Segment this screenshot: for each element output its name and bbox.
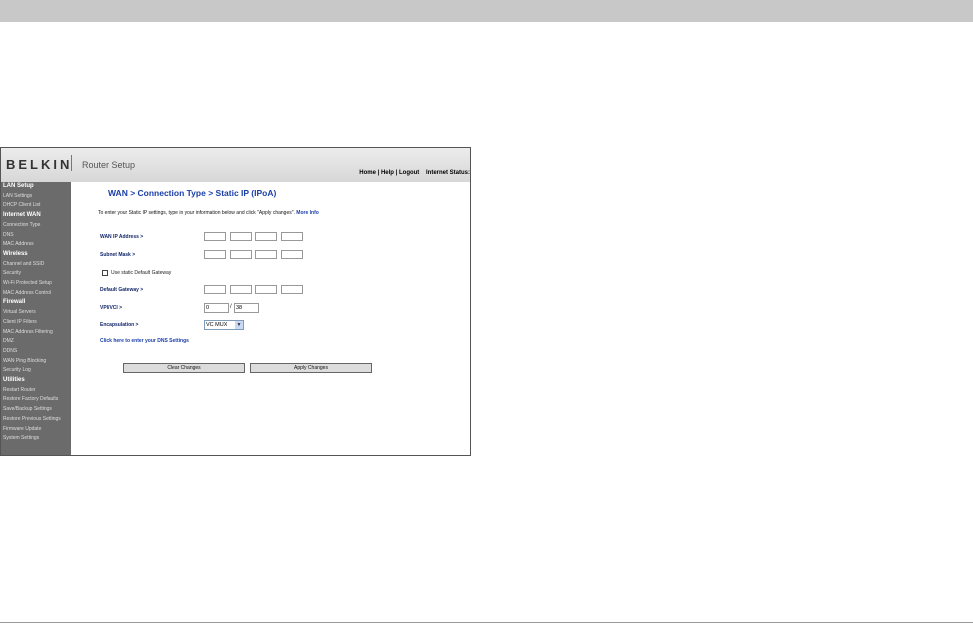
gateway-octet-1[interactable] — [204, 285, 226, 294]
sidebar-section-heading: Firewall — [3, 299, 26, 306]
sidebar-section-heading: Wireless — [3, 250, 28, 257]
sidebar-nav: LAN Setup LAN Settings DHCP Client List Int… — [1, 182, 71, 455]
belkin-logo: BELKIN — [6, 157, 73, 172]
page-title: WAN > Connection Type > Static IP (IPoA) — [108, 188, 277, 198]
sidebar-item[interactable]: Client IP Filters — [1, 318, 71, 328]
sidebar-item[interactable]: Wi-Fi Protected Setup — [1, 279, 71, 289]
sidebar-item[interactable]: Firmware Update — [1, 425, 71, 435]
sidebar-item[interactable]: MAC Address Filtering — [1, 328, 71, 338]
apply-changes-button[interactable]: Apply Changes — [250, 363, 372, 373]
more-info-link[interactable]: More Info — [296, 210, 319, 216]
vpi-vci-separator: / — [230, 304, 232, 310]
top-bar — [0, 0, 973, 22]
top-links: Home | Help | Logout Internet Status: — [359, 170, 470, 176]
subnet-octet-2[interactable] — [230, 250, 252, 259]
vci-input[interactable]: 38 — [234, 303, 259, 313]
static-gateway-checkbox[interactable] — [102, 270, 108, 276]
sidebar-item[interactable]: MAC Address — [1, 240, 71, 250]
link-separator: | — [395, 170, 398, 176]
wan-ip-octet-2[interactable] — [230, 232, 252, 241]
sidebar-item[interactable]: WAN Ping Blocking — [1, 357, 71, 367]
logout-link[interactable]: Logout — [399, 170, 419, 176]
bottom-divider — [0, 622, 973, 623]
wan-ip-octet-1[interactable] — [204, 232, 226, 241]
sidebar-item[interactable]: MAC Address Control — [1, 289, 71, 299]
logo-divider — [71, 155, 72, 171]
sidebar-item[interactable]: Connection Type — [1, 221, 71, 231]
intro-body: To enter your Static IP settings, type i… — [98, 210, 295, 216]
sidebar-item[interactable]: System Settings — [1, 434, 71, 444]
sidebar-item[interactable]: Virtual Servers — [1, 308, 71, 318]
default-gateway-label: Default Gateway > — [100, 287, 144, 293]
app-title: Router Setup — [82, 160, 136, 170]
sidebar-item[interactable]: DDNS — [1, 347, 71, 357]
router-header: BELKIN Router Setup Home | Help | Logout… — [1, 148, 470, 182]
sidebar-section-heading: Utilities — [3, 377, 25, 384]
wan-ip-octet-3[interactable] — [255, 232, 277, 241]
sidebar-section-heading: LAN Setup — [3, 183, 34, 189]
sidebar-item[interactable]: Restart Router — [1, 386, 71, 396]
intro-text: To enter your Static IP settings, type i… — [98, 210, 319, 216]
sidebar-item[interactable]: Channel and SSID — [1, 260, 71, 270]
subnet-octet-1[interactable] — [204, 250, 226, 259]
sidebar-item[interactable]: LAN Settings — [1, 192, 71, 202]
vpi-input[interactable]: 0 — [204, 303, 229, 313]
home-link[interactable]: Home — [359, 170, 376, 176]
sidebar-item[interactable]: Restore Factory Defaults — [1, 395, 71, 405]
sidebar-item[interactable]: DNS — [1, 231, 71, 241]
sidebar-item[interactable]: Security — [1, 269, 71, 279]
encapsulation-value: VC MUX — [206, 322, 228, 328]
link-separator: | — [377, 170, 380, 176]
dns-settings-link[interactable]: Click here to enter your DNS Settings — [100, 338, 189, 344]
sidebar-section-heading: Internet WAN — [3, 212, 41, 219]
internet-status-label: Internet Status: — [425, 170, 470, 176]
gateway-octet-2[interactable] — [230, 285, 252, 294]
gateway-octet-3[interactable] — [255, 285, 277, 294]
chevron-down-icon[interactable]: ▼ — [235, 321, 243, 329]
help-link[interactable]: Help — [381, 170, 394, 176]
subnet-mask-label: Subnet Mask > — [100, 252, 136, 258]
subnet-octet-3[interactable] — [255, 250, 277, 259]
wan-ip-label: WAN IP Address > — [100, 234, 144, 240]
wan-ip-octet-4[interactable] — [281, 232, 303, 241]
main-content: WAN > Connection Type > Static IP (IPoA)… — [71, 182, 470, 455]
encapsulation-select[interactable]: VC MUX ▼ — [204, 320, 244, 330]
sidebar-item[interactable]: Restore Previous Settings — [1, 415, 71, 425]
router-screenshot: BELKIN Router Setup Home | Help | Logout… — [0, 147, 471, 456]
clear-changes-button[interactable]: Clear Changes — [123, 363, 245, 373]
static-gateway-label: Use static Default Gateway — [111, 270, 172, 276]
sidebar-item[interactable]: DMZ — [1, 337, 71, 347]
gateway-octet-4[interactable] — [281, 285, 303, 294]
sidebar-item[interactable]: DHCP Client List — [1, 201, 71, 211]
sidebar-item[interactable]: Security Log — [1, 366, 71, 376]
subnet-octet-4[interactable] — [281, 250, 303, 259]
encapsulation-label: Encapsulation > — [100, 322, 139, 328]
vpi-vci-label: VPI/VCI > — [100, 305, 123, 311]
sidebar-item[interactable]: Save/Backup Settings — [1, 405, 71, 415]
